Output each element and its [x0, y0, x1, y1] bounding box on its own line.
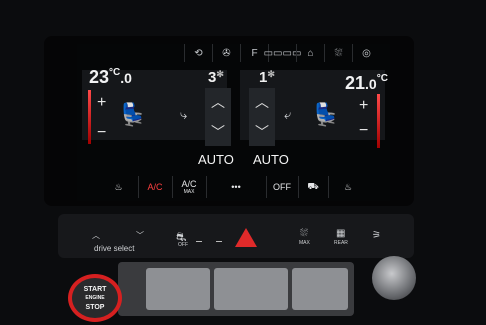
right-fan-arrows[interactable]: ︿ ﹀ [249, 88, 275, 146]
left-fan-level: 3✻ [208, 69, 224, 86]
right-temp-plus-button[interactable]: + [359, 97, 368, 115]
esc-off-label: OFF [178, 242, 188, 248]
car-recirculation-icon[interactable]: ⛟ [297, 176, 328, 198]
down-chevron-icon[interactable]: ﹀ [255, 122, 269, 142]
up-chevron-icon[interactable]: ︿ [92, 230, 100, 241]
up-chevron-icon[interactable]: ︿ [211, 92, 225, 112]
right-auto-button[interactable]: AUTO [253, 152, 289, 167]
right-temp-level-bar [377, 94, 380, 148]
panel-button-left[interactable] [146, 268, 210, 310]
seat-heat-left-icon[interactable]: ♨ [100, 176, 138, 198]
left-seat-icon[interactable]: 💺 [119, 102, 146, 128]
panel-button-right[interactable] [292, 268, 348, 310]
down-chevron-icon[interactable]: ﹀ [136, 230, 144, 241]
windshield-defrost-icon[interactable]: ⛆ [324, 44, 352, 62]
left-temp-plus-button[interactable]: + [97, 94, 106, 112]
seat-heat-right-icon[interactable]: ♨ [327, 176, 368, 198]
right-fan-level: 1✻ [259, 69, 275, 86]
climate-bottom-bar: ♨ A/C A/C MAX ••• OFF ⛟ ♨ [77, 176, 390, 198]
home-icon[interactable]: ⌂ [296, 44, 324, 62]
drive-select-label[interactable]: drive select [94, 244, 134, 253]
ac-max-button[interactable]: A/C MAX [171, 176, 206, 198]
fan-icon[interactable]: ✇ [212, 44, 240, 62]
right-temperature: 21.0°C [345, 73, 388, 93]
off-button[interactable]: OFF [265, 176, 298, 198]
left-fan-arrows[interactable]: ︿ ﹀ [205, 88, 231, 146]
climate-screen: ⟲ ✇ F ▭▭▭▭ ⌂ ⛆ ◎ 23°C.0 + − 💺 3✻ ⤷ ︿ ﹀ 1✻… [77, 44, 390, 201]
left-temp-minus-button[interactable]: − [97, 124, 106, 142]
up-chevron-icon[interactable]: ︿ [255, 92, 269, 112]
start-stop-button[interactable]: START ENGINE STOP [68, 274, 122, 322]
recirculation-icon[interactable]: ⟲ [184, 44, 212, 62]
rear-window-heat-icon[interactable]: ▭▭▭▭ [264, 44, 301, 62]
right-temp-minus-button[interactable]: − [359, 122, 368, 140]
seat-heat-icon[interactable]: ⚞ [372, 230, 381, 241]
left-temperature: 23°C.0 [89, 67, 132, 87]
rear-defrost-icon[interactable]: ▦ [336, 228, 345, 239]
right-airflow-icon[interactable]: ⤶ [284, 107, 291, 123]
camera-icon[interactable]: ◎ [352, 44, 380, 62]
separator-dash [196, 241, 202, 242]
defrost-max-label: MAX [299, 240, 310, 246]
ac-button[interactable]: A/C [137, 176, 172, 198]
down-chevron-icon[interactable]: ﹀ [211, 122, 225, 142]
right-seat-icon[interactable]: 💺 [312, 102, 339, 128]
separator-dash [216, 241, 222, 242]
volume-knob[interactable] [372, 256, 416, 300]
panel-button-center[interactable] [214, 268, 288, 310]
hazard-button[interactable] [235, 228, 257, 247]
more-button[interactable]: ••• [205, 176, 266, 198]
rear-defrost-label: REAR [334, 240, 348, 246]
front-defrost-icon[interactable]: ⛆ [300, 228, 308, 239]
top-menu-bar: ⟲ ✇ F ▭▭▭▭ ⌂ ⛆ ◎ [77, 44, 390, 64]
left-airflow-icon[interactable]: ⤷ [180, 107, 187, 123]
left-temp-level-bar [88, 90, 91, 144]
left-auto-button[interactable]: AUTO [198, 152, 234, 167]
